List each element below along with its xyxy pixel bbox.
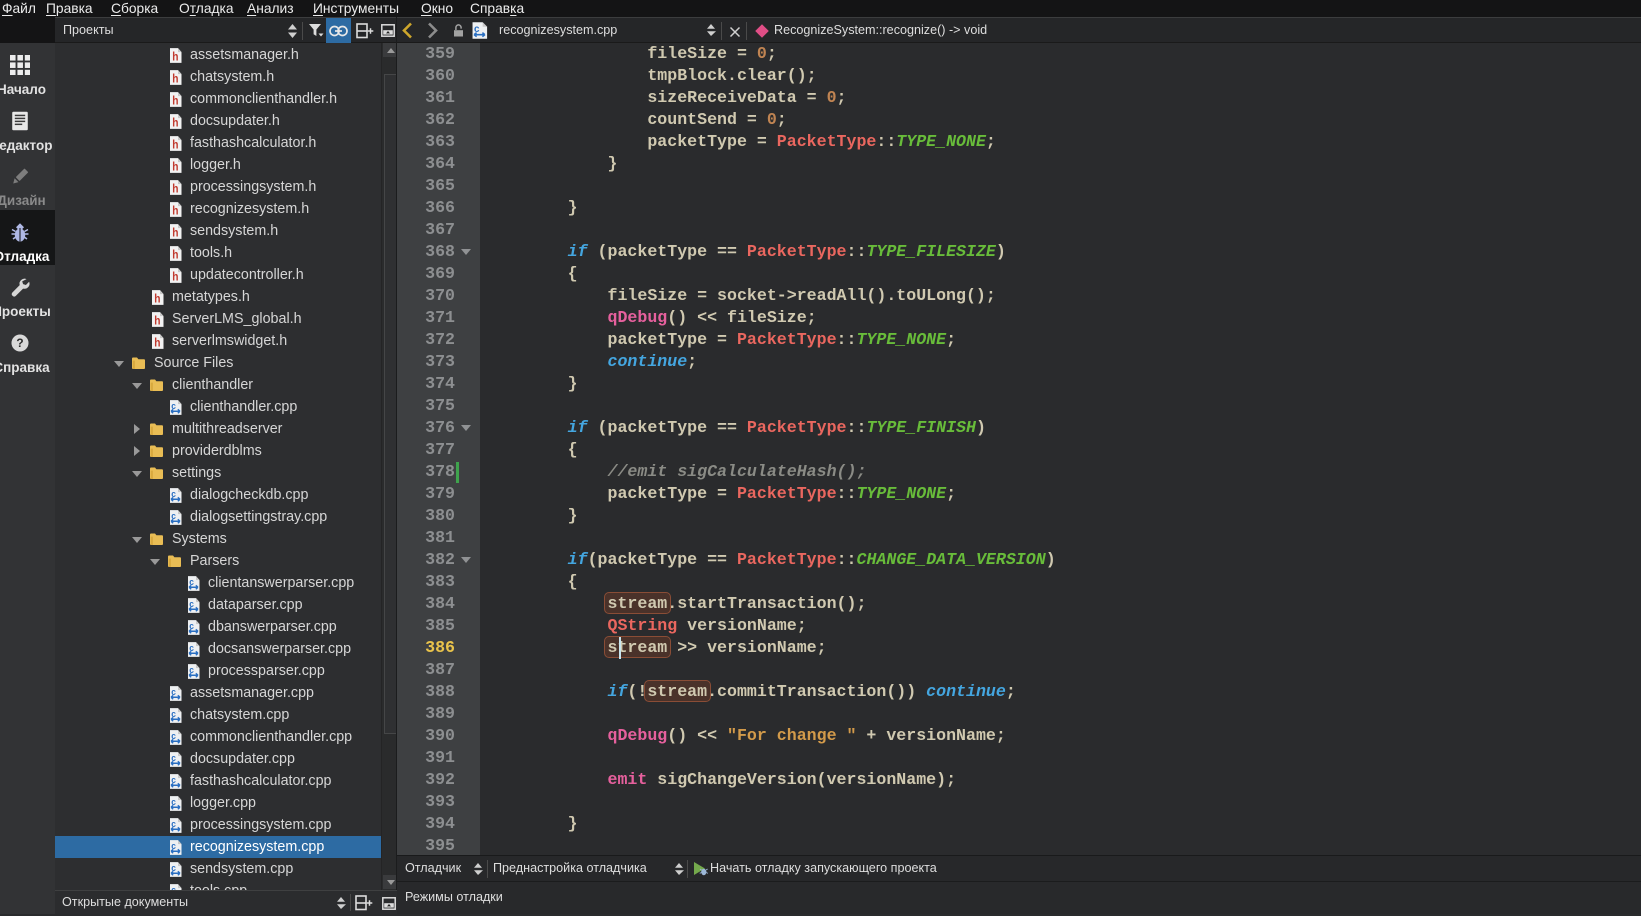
svg-text:c: c: [171, 730, 176, 741]
svg-text:c: c: [189, 598, 194, 609]
svg-text:h: h: [172, 227, 178, 240]
svg-text:c: c: [171, 774, 176, 785]
svg-text:c: c: [171, 840, 176, 851]
svg-text:c: c: [189, 642, 194, 653]
svg-text:h: h: [172, 95, 178, 108]
svg-text:c: c: [189, 664, 194, 675]
svg-text:h: h: [172, 117, 178, 130]
svg-text:c: c: [189, 576, 194, 587]
svg-text:h: h: [154, 337, 160, 350]
svg-text:c: c: [171, 708, 176, 719]
svg-text:c: c: [171, 818, 176, 829]
svg-text:h: h: [172, 139, 178, 152]
svg-text:c: c: [171, 488, 176, 499]
svg-text:h: h: [154, 293, 160, 306]
svg-text:h: h: [172, 271, 178, 284]
svg-text:h: h: [172, 205, 178, 218]
svg-text:h: h: [172, 183, 178, 196]
svg-text:c: c: [171, 686, 176, 697]
svg-text:c: c: [171, 862, 176, 873]
svg-text:h: h: [172, 249, 178, 262]
svg-text:h: h: [154, 315, 160, 328]
svg-text:c: c: [171, 752, 176, 763]
svg-text:h: h: [172, 161, 178, 174]
svg-text:h: h: [172, 51, 178, 64]
svg-text:c: c: [189, 620, 194, 631]
svg-text:h: h: [172, 73, 178, 86]
svg-text:c: c: [171, 510, 176, 521]
svg-text:c: c: [171, 400, 176, 411]
svg-text:?: ?: [16, 336, 23, 350]
svg-text:c: c: [171, 796, 176, 807]
